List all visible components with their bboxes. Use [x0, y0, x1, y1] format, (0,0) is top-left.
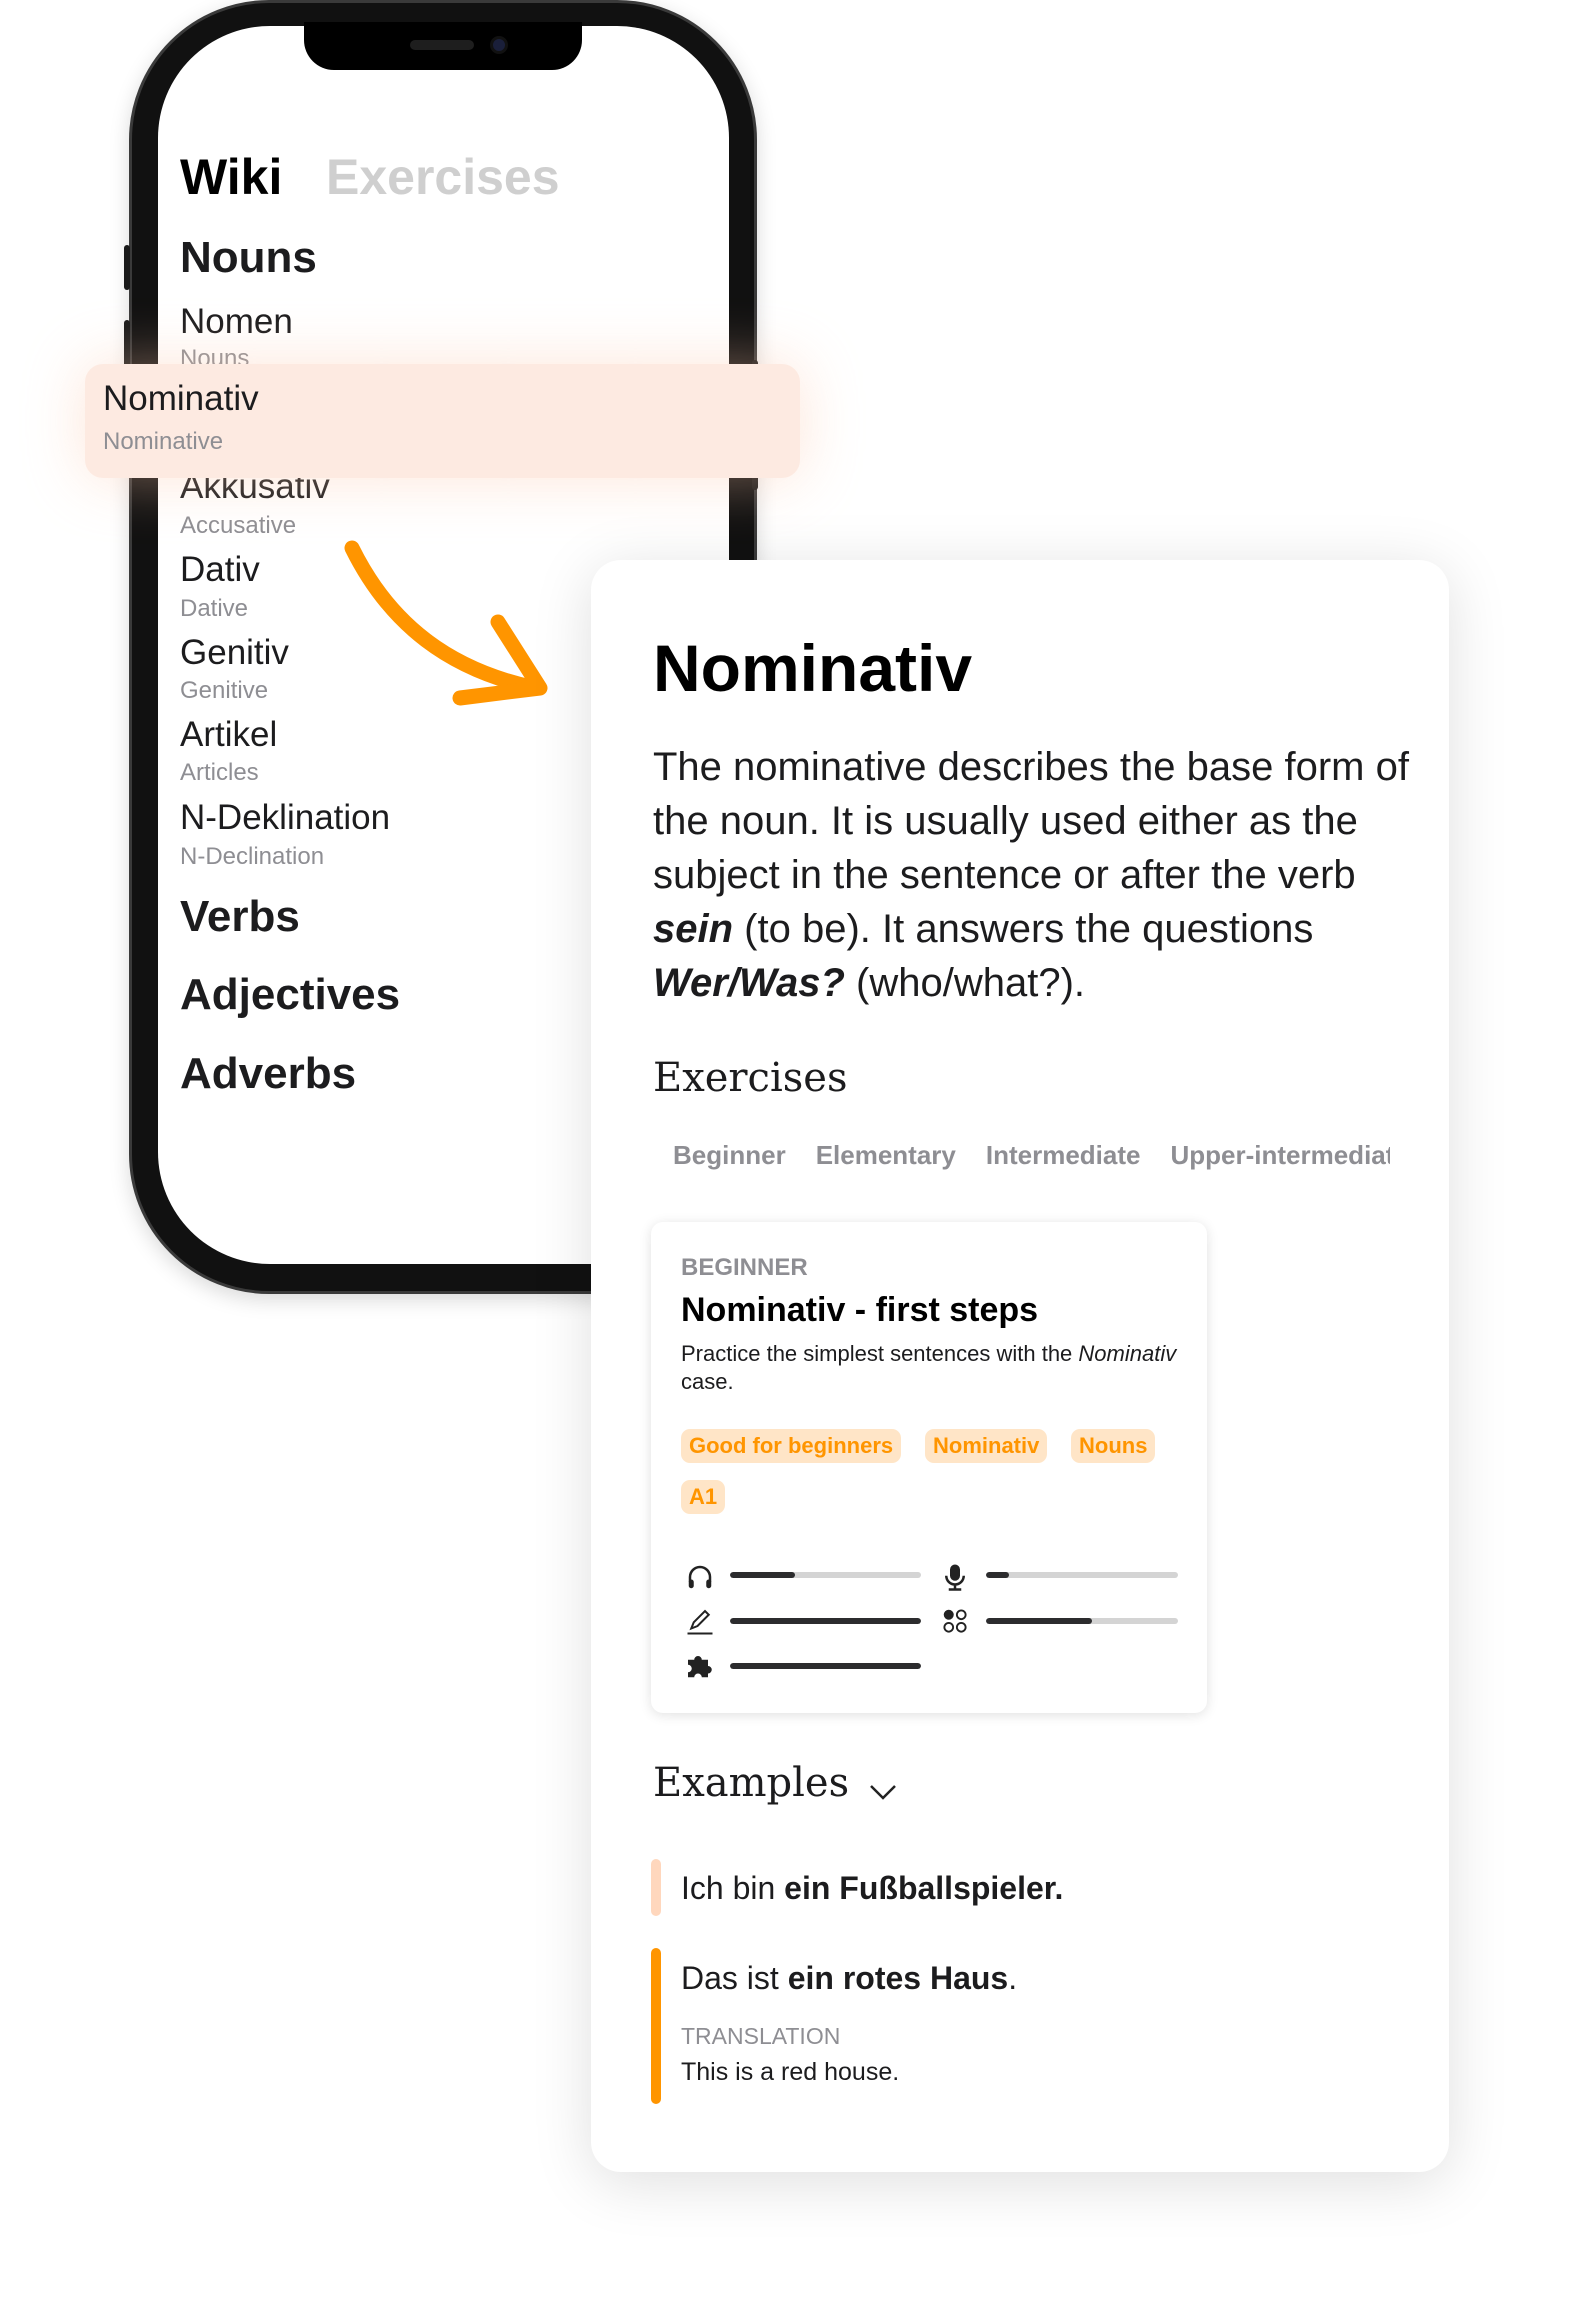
tab-upper-intermediate[interactable]: Upper-intermediate — [1170, 1140, 1390, 1170]
phone-side-button — [124, 245, 130, 290]
chevron-down-icon — [869, 1784, 896, 1800]
tag: Good for beginners — [681, 1429, 902, 1463]
section-adjectives[interactable]: Adjectives — [180, 970, 400, 1020]
pencil-icon — [687, 1609, 713, 1635]
tag: A1 — [681, 1480, 726, 1514]
desc-italic: Nominativ — [1078, 1341, 1177, 1366]
microphone-icon — [945, 1564, 965, 1591]
example-bold: ein rotes Haus — [787, 1960, 1009, 1996]
skill-progress-bar — [730, 1572, 921, 1578]
description: The nominative describes the base form o… — [653, 740, 1413, 1010]
nav-item-subtitle: Accusative — [180, 512, 297, 539]
nav-item-title[interactable]: Nomen — [180, 302, 293, 342]
skill-progress-fill — [986, 1618, 1092, 1624]
tab-beginner[interactable]: Beginner — [673, 1140, 786, 1170]
page-title: Nominativ — [653, 631, 973, 705]
example-sentence: Ich bin ein Fußballspieler. — [681, 1870, 1063, 1907]
selected-item-nominativ[interactable]: Nominativ Nominative — [85, 364, 800, 478]
phone-camera — [490, 36, 508, 54]
exercise-title: Nominativ - first steps — [681, 1291, 1039, 1329]
skill-progress-fill — [730, 1618, 921, 1624]
skill-progress-bar — [986, 1618, 1178, 1624]
skill-progress-bar — [730, 1618, 921, 1624]
desc-text: Practice the simplest sentences with the — [681, 1341, 1079, 1366]
skill-progress-fill — [986, 1572, 1010, 1578]
desc-emphasis: sein — [653, 907, 734, 951]
skill-progress-fill — [730, 1572, 795, 1578]
skill-progress-bar — [986, 1572, 1178, 1578]
example-text: Das ist — [681, 1960, 788, 1996]
section-adverbs[interactable]: Adverbs — [180, 1049, 356, 1099]
example-marker — [651, 1859, 661, 1916]
puzzle-icon — [688, 1656, 712, 1678]
dots-grid-icon — [943, 1609, 967, 1633]
desc-text: (who/what?). — [844, 961, 1086, 1005]
nav-item-title[interactable]: Dativ — [180, 550, 260, 590]
tab-exercises[interactable]: Exercises — [326, 148, 560, 206]
desc-text: (to be). It answers the questions — [733, 907, 1314, 951]
nav-item-title[interactable]: Artikel — [180, 715, 277, 755]
examples-heading: Examples — [653, 1760, 850, 1806]
tag: Nouns — [1071, 1429, 1156, 1463]
examples-toggle[interactable]: Examples — [653, 1760, 898, 1806]
detail-card: Nominativ The nominative describes the b… — [591, 560, 1449, 2172]
nav-item-title: Nominativ — [103, 379, 259, 418]
nav-item-subtitle: Nominative — [103, 428, 224, 455]
exercise-level: BEGINNER — [681, 1254, 808, 1281]
exercise-card[interactable]: BEGINNER Nominativ - first steps Practic… — [651, 1222, 1207, 1713]
desc-text: case. — [681, 1369, 734, 1394]
translation-text: This is a red house. — [681, 2058, 900, 2086]
nav-item-title[interactable]: N-Deklination — [180, 798, 390, 838]
desc-emphasis: Wer/Was? — [653, 961, 845, 1005]
example-text: Ich bin — [681, 1870, 785, 1906]
example-sentence: Das ist ein rotes Haus. — [681, 1960, 1017, 1997]
tag: Nominativ — [925, 1429, 1048, 1463]
desc-text: The nominative describes the base form o… — [653, 745, 1409, 897]
nav-item-subtitle: N-Declination — [180, 843, 325, 870]
nav-item-title[interactable]: Genitiv — [180, 633, 289, 673]
exercises-heading: Exercises — [653, 1055, 848, 1101]
section-verbs[interactable]: Verbs — [180, 892, 300, 942]
translation-label: TRANSLATION — [681, 2023, 841, 2049]
phone-speaker — [410, 40, 474, 50]
exercise-description: Practice the simplest sentences with the… — [681, 1340, 1181, 1396]
tab-wiki[interactable]: Wiki — [180, 148, 282, 206]
section-nouns[interactable]: Nouns — [180, 233, 317, 283]
headphones-icon — [688, 1565, 712, 1589]
arrow-icon — [344, 540, 548, 706]
example-marker — [651, 1948, 661, 2104]
example-text: . — [1008, 1960, 1018, 1996]
tab-intermediate[interactable]: Intermediate — [986, 1140, 1141, 1170]
level-tabs: Beginner Elementary Intermediate Upper-inte… — [653, 1140, 1390, 1171]
skill-progress-fill — [730, 1663, 921, 1669]
nav-item-subtitle: Dative — [180, 595, 249, 622]
example-bold: ein Fußballspieler. — [784, 1870, 1064, 1906]
nav-item-subtitle: Genitive — [180, 677, 269, 704]
tab-elementary[interactable]: Elementary — [816, 1140, 956, 1170]
nav-item-subtitle: Articles — [180, 759, 259, 786]
skill-progress-bar — [730, 1663, 921, 1669]
